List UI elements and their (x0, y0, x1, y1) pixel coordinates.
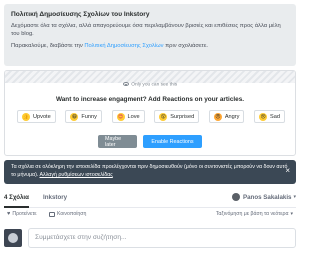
reaction-label: Sad (270, 113, 280, 120)
surprised-emoji-icon: 😮 (159, 112, 168, 121)
reactions-promo-panel: Only you can see this Want to increase e… (4, 70, 296, 156)
only-you-note: Only you can see this (5, 82, 295, 88)
site-settings-link[interactable]: Αλλαγή ρυθμίσεων ιστοσελίδας (40, 172, 113, 178)
reactions-actions: Maybe later Enable Reactions (5, 135, 295, 148)
reaction-label: Love (127, 113, 140, 120)
love-emoji-icon: 😍 (116, 112, 125, 121)
tab-inkstory[interactable]: Inkstory (43, 194, 67, 201)
only-you-text: Only you can see this (131, 82, 178, 88)
share-icon (49, 211, 55, 217)
policy-text: Δεχόμαστε όλα τα σχόλια, αλλά απαγορεύου… (11, 23, 281, 38)
share-button[interactable]: Κοινοποίηση (49, 211, 86, 217)
comment-composer: Συμμετάσχετε στην συζήτηση... (4, 228, 296, 250)
favorite-label: Προτείνετε (12, 211, 37, 217)
share-label: Κοινοποίηση (57, 211, 87, 217)
close-icon[interactable]: × (285, 167, 290, 175)
reaction-label: Funny (81, 113, 97, 120)
reaction-funny-button[interactable]: 😆 Funny (65, 110, 102, 123)
chevron-down-icon: ▾ (293, 194, 296, 200)
sort-dropdown[interactable]: Ταξινόμηση με βάση τα νεότερα ▾ (216, 211, 293, 217)
comment-tabs: 4 Σχόλια Inkstory Panos Sakalakis ▾ (4, 193, 296, 208)
moderation-notice: Τα σχόλια σε ολόκληρη την ιστοσελίδα προ… (4, 160, 296, 184)
avatar (4, 229, 22, 247)
chevron-down-icon: ▾ (290, 211, 293, 217)
policy-read-line: Παρακαλούμε, διαβάστε την Πολιτική Δημοσ… (11, 42, 289, 50)
upvote-emoji-icon: 👍 (22, 112, 30, 121)
policy-read-prefix: Παρακαλούμε, διαβάστε την (11, 42, 83, 49)
angry-emoji-icon: 😠 (213, 112, 222, 121)
reaction-sad-button[interactable]: 😢 Sad (254, 110, 285, 123)
heart-icon: ♥ (7, 211, 11, 217)
reaction-upvote-button[interactable]: 👍 Upvote (17, 110, 56, 123)
reaction-label: Upvote (33, 113, 51, 120)
comment-input[interactable]: Συμμετάσχετε στην συζήτηση... (28, 228, 296, 248)
maybe-later-button[interactable]: Maybe later (98, 135, 137, 148)
reactions-question: Want to increase engagment? Add Reaction… (55, 96, 245, 103)
user-avatar-icon (231, 193, 240, 201)
discussion-actions: ♥ Προτείνετε Κοινοποίηση Ταξινόμηση με β… (4, 211, 296, 220)
user-name: Panos Sakalakis (242, 193, 292, 201)
user-menu[interactable]: Panos Sakalakis ▾ (231, 193, 296, 201)
reaction-surprised-button[interactable]: 😮 Surprised (154, 110, 200, 123)
policy-title: Πολιτική Δημοσίευσης Σχολίων του Inkstor… (11, 11, 150, 18)
policy-read-suffix: πριν σχολιάσετε. (165, 42, 209, 49)
enable-reactions-button[interactable]: Enable Reactions (143, 135, 202, 148)
reaction-label: Surprised (170, 113, 195, 120)
funny-emoji-icon: 😆 (70, 112, 79, 121)
sad-emoji-icon: 😢 (259, 112, 268, 121)
eye-icon (122, 82, 129, 86)
reaction-label: Angry (224, 113, 240, 120)
reaction-angry-button[interactable]: 😠 Angry (208, 110, 245, 123)
tab-comments[interactable]: 4 Σχόλια (4, 194, 29, 208)
sort-label: Ταξινόμηση με βάση τα νεότερα (215, 211, 289, 217)
comment-policy-box: Πολιτική Δημοσίευσης Σχολίων του Inkstor… (4, 4, 296, 66)
reaction-love-button[interactable]: 😍 Love (111, 110, 145, 123)
reaction-buttons: 👍 Upvote 😆 Funny 😍 Love 😮 Surprised 😠 An… (17, 110, 285, 123)
favorite-button[interactable]: ♥ Προτείνετε (7, 211, 37, 217)
policy-link[interactable]: Πολιτική Δημοσίευσης Σχολίων (84, 43, 163, 49)
